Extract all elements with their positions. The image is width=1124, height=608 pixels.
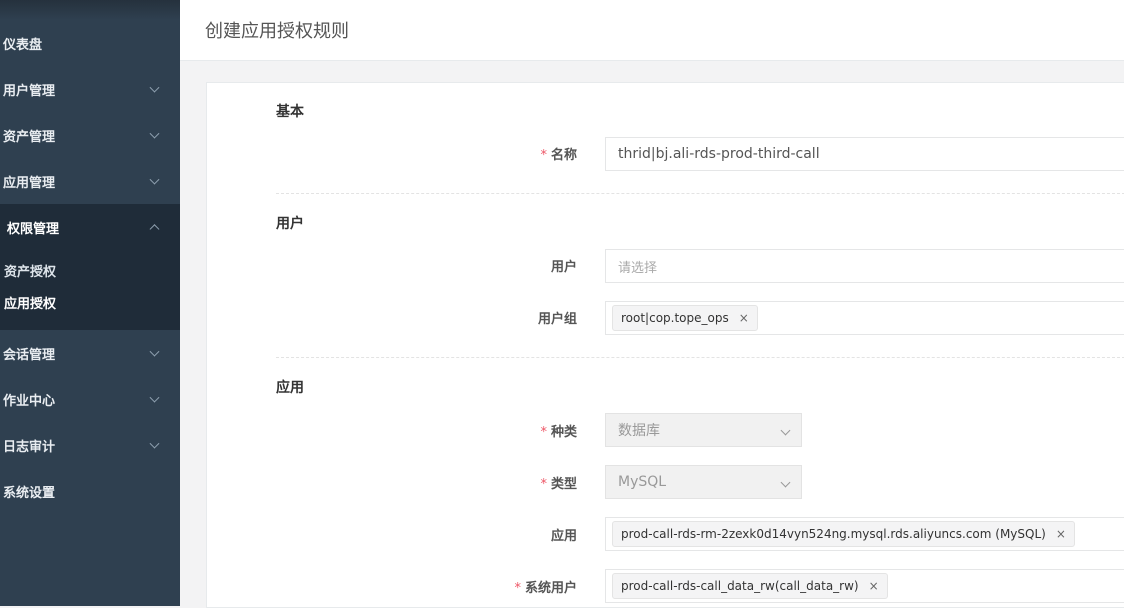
user-groups-select[interactable]: root|cop.tope_ops × [605,301,1124,335]
type-label: * 类型 [457,473,577,492]
name-input-value: thrid|bj.ali-rds-prod-third-call [618,146,820,162]
sidebar-item-sessions[interactable]: 会话管理 [0,330,180,376]
chevron-up-icon [149,224,160,235]
chevron-down-icon [149,128,160,139]
section-divider [276,193,1124,194]
sidebar-item-dashboard[interactable]: 仪表盘 [0,20,180,66]
sidebar-item-label: 作业中心 [3,393,56,409]
sidebar: 仪表盘 用户管理 资产管理 应用管理 权限管理 资产授权 应用授权 会话管理 作… [0,0,180,606]
category-select[interactable]: 数据库 [605,413,802,447]
type-select[interactable]: MySQL [605,465,802,499]
sidebar-subitem-label: 应用授权 [4,296,57,312]
type-select-value: MySQL [618,474,667,490]
chevron-down-icon [149,346,160,357]
category-label: * 种类 [457,421,577,440]
user-group-tag: root|cop.tope_ops × [612,305,758,331]
sidebar-subitem-label: 资产授权 [4,264,57,280]
name-label-text: 名称 [550,148,577,163]
sidebar-item-label: 应用管理 [3,175,56,191]
system-user-tag: prod-call-rds-call_data_rw(call_data_rw)… [612,573,888,599]
apps-label-text: 应用 [550,529,577,544]
required-mark: * [514,581,521,596]
name-label: * 名称 [457,144,577,163]
sidebar-item-label: 仪表盘 [3,37,43,53]
chevron-down-icon [149,174,160,185]
sidebar-item-label: 日志审计 [3,439,56,455]
sidebar-item-assets[interactable]: 资产管理 [0,112,180,158]
sidebar-item-audit-logs[interactable]: 日志审计 [0,422,180,468]
form-card: 基本 * 名称 thrid|bj.ali-rds-prod-third-call … [206,82,1124,608]
name-input[interactable]: thrid|bj.ali-rds-prod-third-call [605,137,1124,171]
required-mark: * [540,148,547,163]
permissions-submenu: 资产授权 应用授权 [0,250,180,330]
category-label-text: 种类 [550,425,577,440]
section-title-basic: 基本 [276,104,304,120]
type-label-text: 类型 [550,477,577,492]
sidebar-item-permissions[interactable]: 权限管理 [0,204,180,250]
sidebar-item-label: 权限管理 [7,221,60,237]
required-mark: * [540,425,547,440]
user-groups-label-text: 用户组 [537,312,577,327]
tag-label: prod-call-rds-rm-2zexk0d14vyn524ng.mysql… [621,527,1046,541]
apps-select[interactable]: prod-call-rds-rm-2zexk0d14vyn524ng.mysql… [605,517,1124,551]
chevron-down-icon [149,438,160,449]
chevron-down-icon [149,82,160,93]
tag-remove-icon[interactable]: × [1056,527,1066,541]
category-select-value: 数据库 [618,423,660,439]
apps-label: 应用 [457,525,577,544]
tag-remove-icon[interactable]: × [739,311,749,325]
users-label: 用户 [457,256,577,275]
page-header: 创建应用授权规则 [180,0,1124,61]
app-tag: prod-call-rds-rm-2zexk0d14vyn524ng.mysql… [612,521,1075,547]
user-groups-label: 用户组 [457,308,577,327]
required-mark: * [540,477,547,492]
chevron-down-icon [780,477,791,488]
sidebar-item-settings[interactable]: 系统设置 [0,468,180,514]
sidebar-header [0,0,180,20]
tag-remove-icon[interactable]: × [869,579,879,593]
tag-label: root|cop.tope_ops [621,311,729,325]
users-select-placeholder: 请选择 [618,260,658,276]
chevron-down-icon [149,392,160,403]
section-title-user: 用户 [276,216,304,232]
system-users-select[interactable]: prod-call-rds-call_data_rw(call_data_rw)… [605,569,1124,603]
sidebar-item-label: 会话管理 [3,347,56,363]
sidebar-subitem-asset-permissions[interactable]: 资产授权 [0,254,180,286]
system-users-label-text: 系统用户 [524,581,577,596]
users-select[interactable]: 请选择 [605,249,1124,283]
sidebar-item-label: 资产管理 [3,129,56,145]
chevron-down-icon [780,425,791,436]
users-label-text: 用户 [550,260,577,275]
sidebar-item-jobs[interactable]: 作业中心 [0,376,180,422]
sidebar-item-label: 系统设置 [3,485,56,501]
tag-label: prod-call-rds-call_data_rw(call_data_rw) [621,579,859,593]
page-title: 创建应用授权规则 [205,21,349,42]
system-users-label: * 系统用户 [457,577,577,596]
section-title-app: 应用 [276,380,304,396]
sidebar-subitem-app-permissions[interactable]: 应用授权 [0,286,180,318]
sidebar-item-label: 用户管理 [3,83,56,99]
sidebar-item-applications[interactable]: 应用管理 [0,158,180,204]
section-divider [276,357,1124,358]
sidebar-item-users[interactable]: 用户管理 [0,66,180,112]
